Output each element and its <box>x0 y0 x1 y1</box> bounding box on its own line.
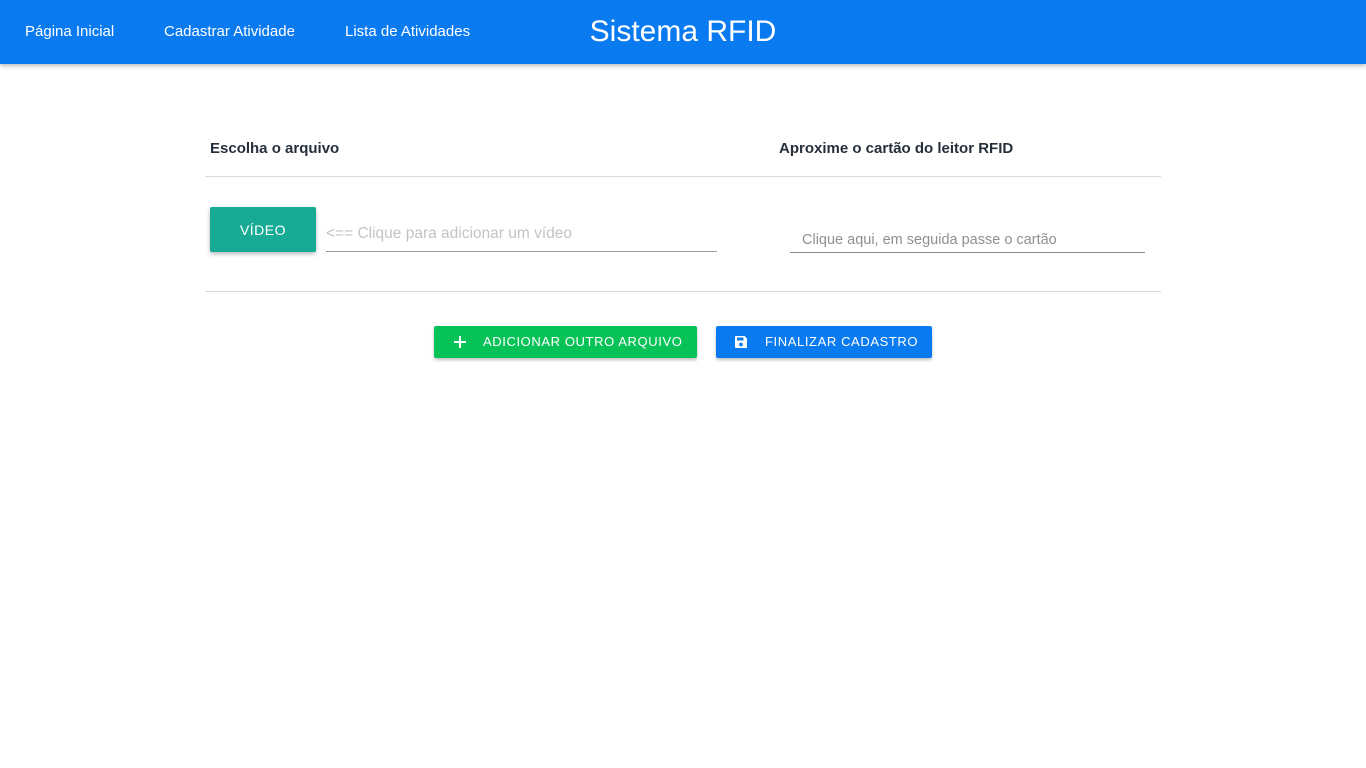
video-upload-button[interactable]: VÍDEO <box>210 207 316 252</box>
rfid-card-input[interactable] <box>790 228 1157 252</box>
nav-link-home[interactable]: Página Inicial <box>25 0 114 64</box>
top-navbar: Página Inicial Cadastrar Atividade Lista… <box>0 0 1366 64</box>
add-another-file-label: ADICIONAR OUTRO ARQUIVO <box>483 334 683 349</box>
column-header-rfid-card: Aproxime o cartão do leitor RFID <box>779 140 1014 157</box>
file-path-input[interactable] <box>326 216 717 251</box>
table-row: VÍDEO <box>205 177 1161 292</box>
plus-icon <box>452 326 468 358</box>
file-path-field <box>326 216 717 252</box>
add-another-file-button[interactable]: ADICIONAR OUTRO ARQUIVO <box>434 326 697 358</box>
nav-link-cadastrar-atividade[interactable]: Cadastrar Atividade <box>164 0 295 64</box>
finish-registration-button[interactable]: FINALIZAR CADASTRO <box>716 326 932 358</box>
column-header-file: Escolha o arquivo <box>210 140 340 157</box>
save-icon <box>733 326 749 358</box>
finish-registration-label: FINALIZAR CADASTRO <box>765 334 919 349</box>
nav-link-lista-atividades[interactable]: Lista de Atividades <box>345 0 470 64</box>
table-header-row: Escolha o arquivo Aproxime o cartão do l… <box>205 120 1161 177</box>
rfid-card-field <box>790 228 1157 253</box>
